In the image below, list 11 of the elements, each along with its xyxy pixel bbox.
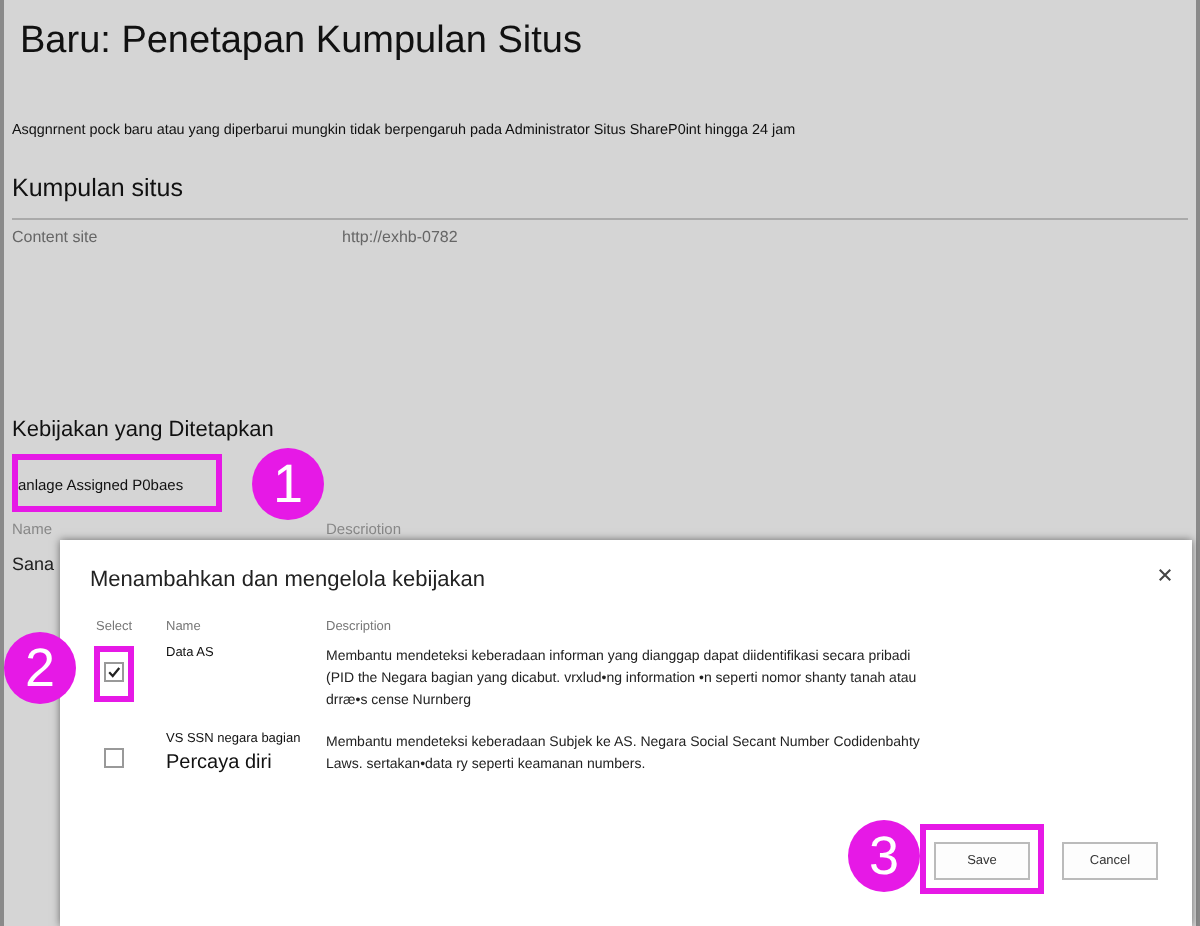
policy-name: Percaya diri <box>166 752 274 774</box>
section-heading: Kumpulan situs <box>12 174 185 202</box>
checkbox[interactable] <box>104 748 124 768</box>
field-label: Content site <box>12 228 100 246</box>
page-title: Baru: Penetapan Kumpulan Situs <box>18 20 584 64</box>
close-icon[interactable] <box>1158 567 1172 581</box>
table-cell: Sana <box>12 554 56 574</box>
section-heading: Kebijakan yang Ditetapkan <box>12 418 276 442</box>
checkbox[interactable] <box>104 662 124 682</box>
dialog-title: Menambahkan dan mengelola kebijakan <box>90 568 486 592</box>
field-value: http://exhb-0782 <box>342 228 458 246</box>
